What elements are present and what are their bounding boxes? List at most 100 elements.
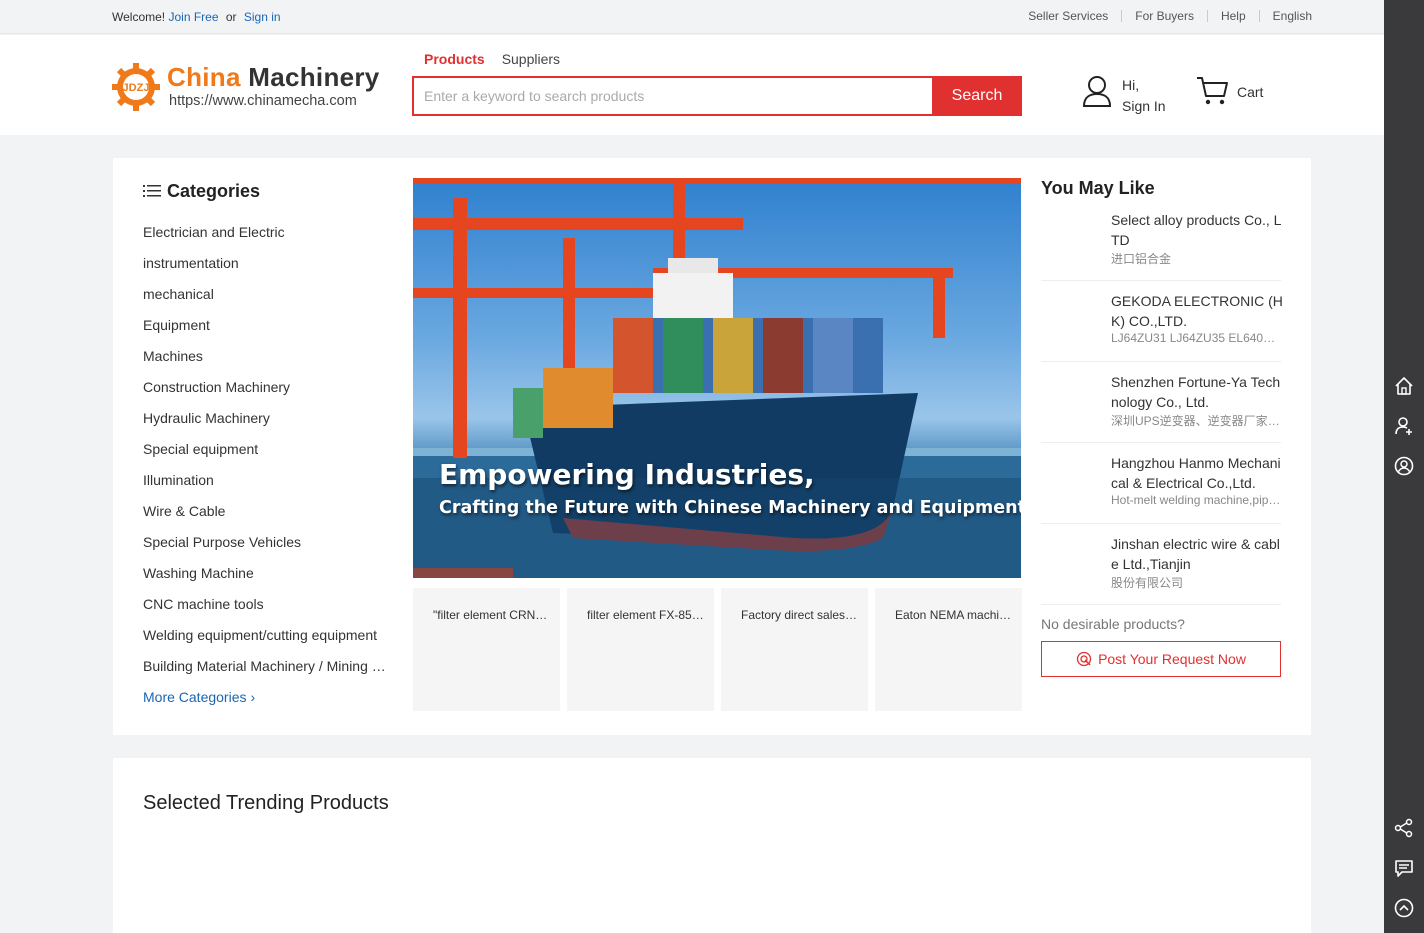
more-categories-link[interactable]: More Categories › xyxy=(143,689,388,705)
supplier-products: Hot-melt welding machine,pipe tools xyxy=(1111,493,1281,507)
cargo-ship-illustration xyxy=(413,178,1021,578)
category-item[interactable]: Washing Machine xyxy=(143,565,388,596)
tab-suppliers[interactable]: Suppliers xyxy=(502,51,560,67)
categories-header: Categories xyxy=(143,178,388,204)
welcome-label: Welcome! xyxy=(112,10,166,24)
more-categories-label: More Categories xyxy=(143,689,247,705)
home-icon[interactable] xyxy=(1394,376,1414,396)
brand-machinery: Machinery xyxy=(248,62,380,92)
category-item[interactable]: Electrician and Electric xyxy=(143,224,388,255)
for-buyers-link[interactable]: For Buyers xyxy=(1121,10,1207,22)
site-logo[interactable]: JDZJ China Machinery https://www.chiname… xyxy=(112,60,382,111)
cart-link[interactable]: Cart xyxy=(1196,75,1276,111)
account-signin-label[interactable]: Sign In xyxy=(1122,96,1166,117)
or-label: or xyxy=(225,10,237,24)
trending-section: Selected Trending Products xyxy=(113,758,1311,933)
supplier-item[interactable]: Hangzhou Hanmo Mechanical & Electrical C… xyxy=(1041,443,1281,524)
thumbnail-item[interactable]: "filter element CRN150/30/2/G/G/3/4" xyxy=(413,588,560,711)
category-item[interactable]: Special Purpose Vehicles xyxy=(143,534,388,565)
cart-icon xyxy=(1197,77,1228,105)
categories-panel: Categories Electrician and Electric inst… xyxy=(143,178,388,705)
supplier-item[interactable]: Shenzhen Fortune-Ya Technology Co., Ltd.… xyxy=(1041,362,1281,443)
language-link[interactable]: English xyxy=(1258,10,1312,22)
thumbnail-item[interactable]: Eaton NEMA machine xyxy=(875,588,1022,711)
post-request-button[interactable]: Post Your Request Now xyxy=(1041,641,1281,677)
account-link[interactable]: Hi, Sign In xyxy=(1082,73,1182,114)
hero-banner[interactable]: Empowering Industries, Crafting the Futu… xyxy=(413,178,1021,578)
supplier-name: Select alloy products Co., LTD xyxy=(1111,212,1282,248)
user-icon xyxy=(1082,76,1112,107)
categories-title: Categories xyxy=(167,180,261,201)
account-circle-icon[interactable] xyxy=(1394,456,1414,476)
chevron-right-icon: › xyxy=(250,689,256,705)
back-to-top-icon[interactable] xyxy=(1394,898,1414,918)
cart-label: Cart xyxy=(1237,84,1264,100)
brand-name: China Machinery xyxy=(167,62,380,93)
thumbnail-item[interactable]: filter element FX-850X5R xyxy=(567,588,714,711)
top-links: Seller Services For Buyers Help English xyxy=(1015,10,1312,22)
supplier-name: GEKODA ELECTRONIC (HK) CO.,LTD. xyxy=(1111,293,1283,329)
post-request-label: Post Your Request Now xyxy=(1098,651,1246,667)
category-list: Electrician and Electric instrumentation… xyxy=(143,224,388,689)
message-icon[interactable] xyxy=(1394,858,1414,878)
target-icon xyxy=(1076,651,1092,667)
account-greeting: Hi, Sign In xyxy=(1122,75,1166,117)
category-item[interactable]: Construction Machinery xyxy=(143,379,388,410)
supplier-name: Shenzhen Fortune-Ya Technology Co., Ltd. xyxy=(1111,374,1281,410)
category-item[interactable]: Equipment xyxy=(143,317,388,348)
category-item[interactable]: instrumentation xyxy=(143,255,388,286)
list-icon xyxy=(143,185,161,197)
supplier-item[interactable]: GEKODA ELECTRONIC (HK) CO.,LTD. LJ64ZU31… xyxy=(1041,281,1283,362)
search-tabs: Products Suppliers xyxy=(424,51,560,67)
banner-subline: Crafting the Future with Chinese Machine… xyxy=(439,498,1021,518)
supplier-name: Jinshan electric wire & cable Ltd.,Tianj… xyxy=(1111,536,1280,572)
thumbnail-title: filter element FX-850X5R xyxy=(587,608,704,622)
banner-thumbnails: "filter element CRN150/30/2/G/G/3/4" fil… xyxy=(413,588,1022,711)
you-may-like-title: You May Like xyxy=(1041,178,1155,198)
logo-mark: JDZJ xyxy=(123,82,150,94)
help-link[interactable]: Help xyxy=(1206,10,1259,22)
user-icon[interactable] xyxy=(1394,416,1414,436)
category-item[interactable]: Welding equipment/cutting equipment xyxy=(143,627,388,658)
category-item[interactable]: Special equipment xyxy=(143,441,388,472)
category-item[interactable]: Hydraulic Machinery xyxy=(143,410,388,441)
top-bar: Welcome! Join Free or Sign in Seller Ser… xyxy=(0,0,1384,34)
supplier-item[interactable]: Jinshan electric wire & cable Ltd.,Tianj… xyxy=(1041,524,1281,605)
thumbnail-item[interactable]: Factory direct sales of xyxy=(721,588,868,711)
site-url: https://www.chinamecha.com xyxy=(169,93,357,109)
share-icon[interactable] xyxy=(1394,818,1414,838)
banner-headline: Empowering Industries, xyxy=(439,458,815,491)
tab-products[interactable]: Products xyxy=(424,51,485,67)
supplier-products: 进口铝合金 xyxy=(1111,252,1172,266)
main-panel: Categories Electrician and Electric inst… xyxy=(113,158,1311,735)
supplier-name: Hangzhou Hanmo Mechanical & Electrical C… xyxy=(1111,455,1281,491)
sign-in-link[interactable]: Sign in xyxy=(244,10,281,24)
category-item[interactable]: Machines xyxy=(143,348,388,379)
supplier-products: LJ64ZU31 LJ64ZU35 EL6400 EL6401 xyxy=(1111,331,1281,345)
category-item[interactable]: Building Material Machinery / Mining Mac… xyxy=(143,658,388,689)
supplier-products: 股份有限公司 xyxy=(1111,576,1184,590)
thumbnail-title: "filter element CRN150/30/2/G/G/3/4" xyxy=(433,608,550,622)
seller-services-link[interactable]: Seller Services xyxy=(1015,10,1121,22)
no-desirable-text: No desirable products? xyxy=(1041,616,1185,632)
category-item[interactable]: CNC machine tools xyxy=(143,596,388,627)
supplier-products: 深圳UPS逆变器、逆变器厂家电源设备 xyxy=(1111,414,1281,428)
supplier-item[interactable]: Select alloy products Co., LTD 进口铝合金 xyxy=(1041,200,1281,281)
search-box: Search xyxy=(412,76,1022,116)
right-sidebar xyxy=(1384,0,1424,933)
header: JDZJ China Machinery https://www.chiname… xyxy=(0,35,1384,135)
greeting-label: Hi, xyxy=(1122,77,1140,93)
category-item[interactable]: Illumination xyxy=(143,472,388,503)
search-input[interactable] xyxy=(414,78,934,114)
trending-title: Selected Trending Products xyxy=(143,792,389,814)
brand-china: China xyxy=(167,62,241,92)
category-item[interactable]: mechanical xyxy=(143,286,388,317)
gear-logo-icon: JDZJ xyxy=(112,63,160,111)
thumbnail-title: Factory direct sales of xyxy=(741,608,858,622)
category-item[interactable]: Wire & Cable xyxy=(143,503,388,534)
join-free-link[interactable]: Join Free xyxy=(168,10,218,24)
search-button[interactable]: Search xyxy=(932,76,1022,116)
you-may-like-panel: You May Like Select alloy products Co., … xyxy=(1041,178,1283,677)
thumbnail-title: Eaton NEMA machine xyxy=(895,608,1012,622)
welcome-text: Welcome! Join Free or Sign in xyxy=(112,10,281,24)
